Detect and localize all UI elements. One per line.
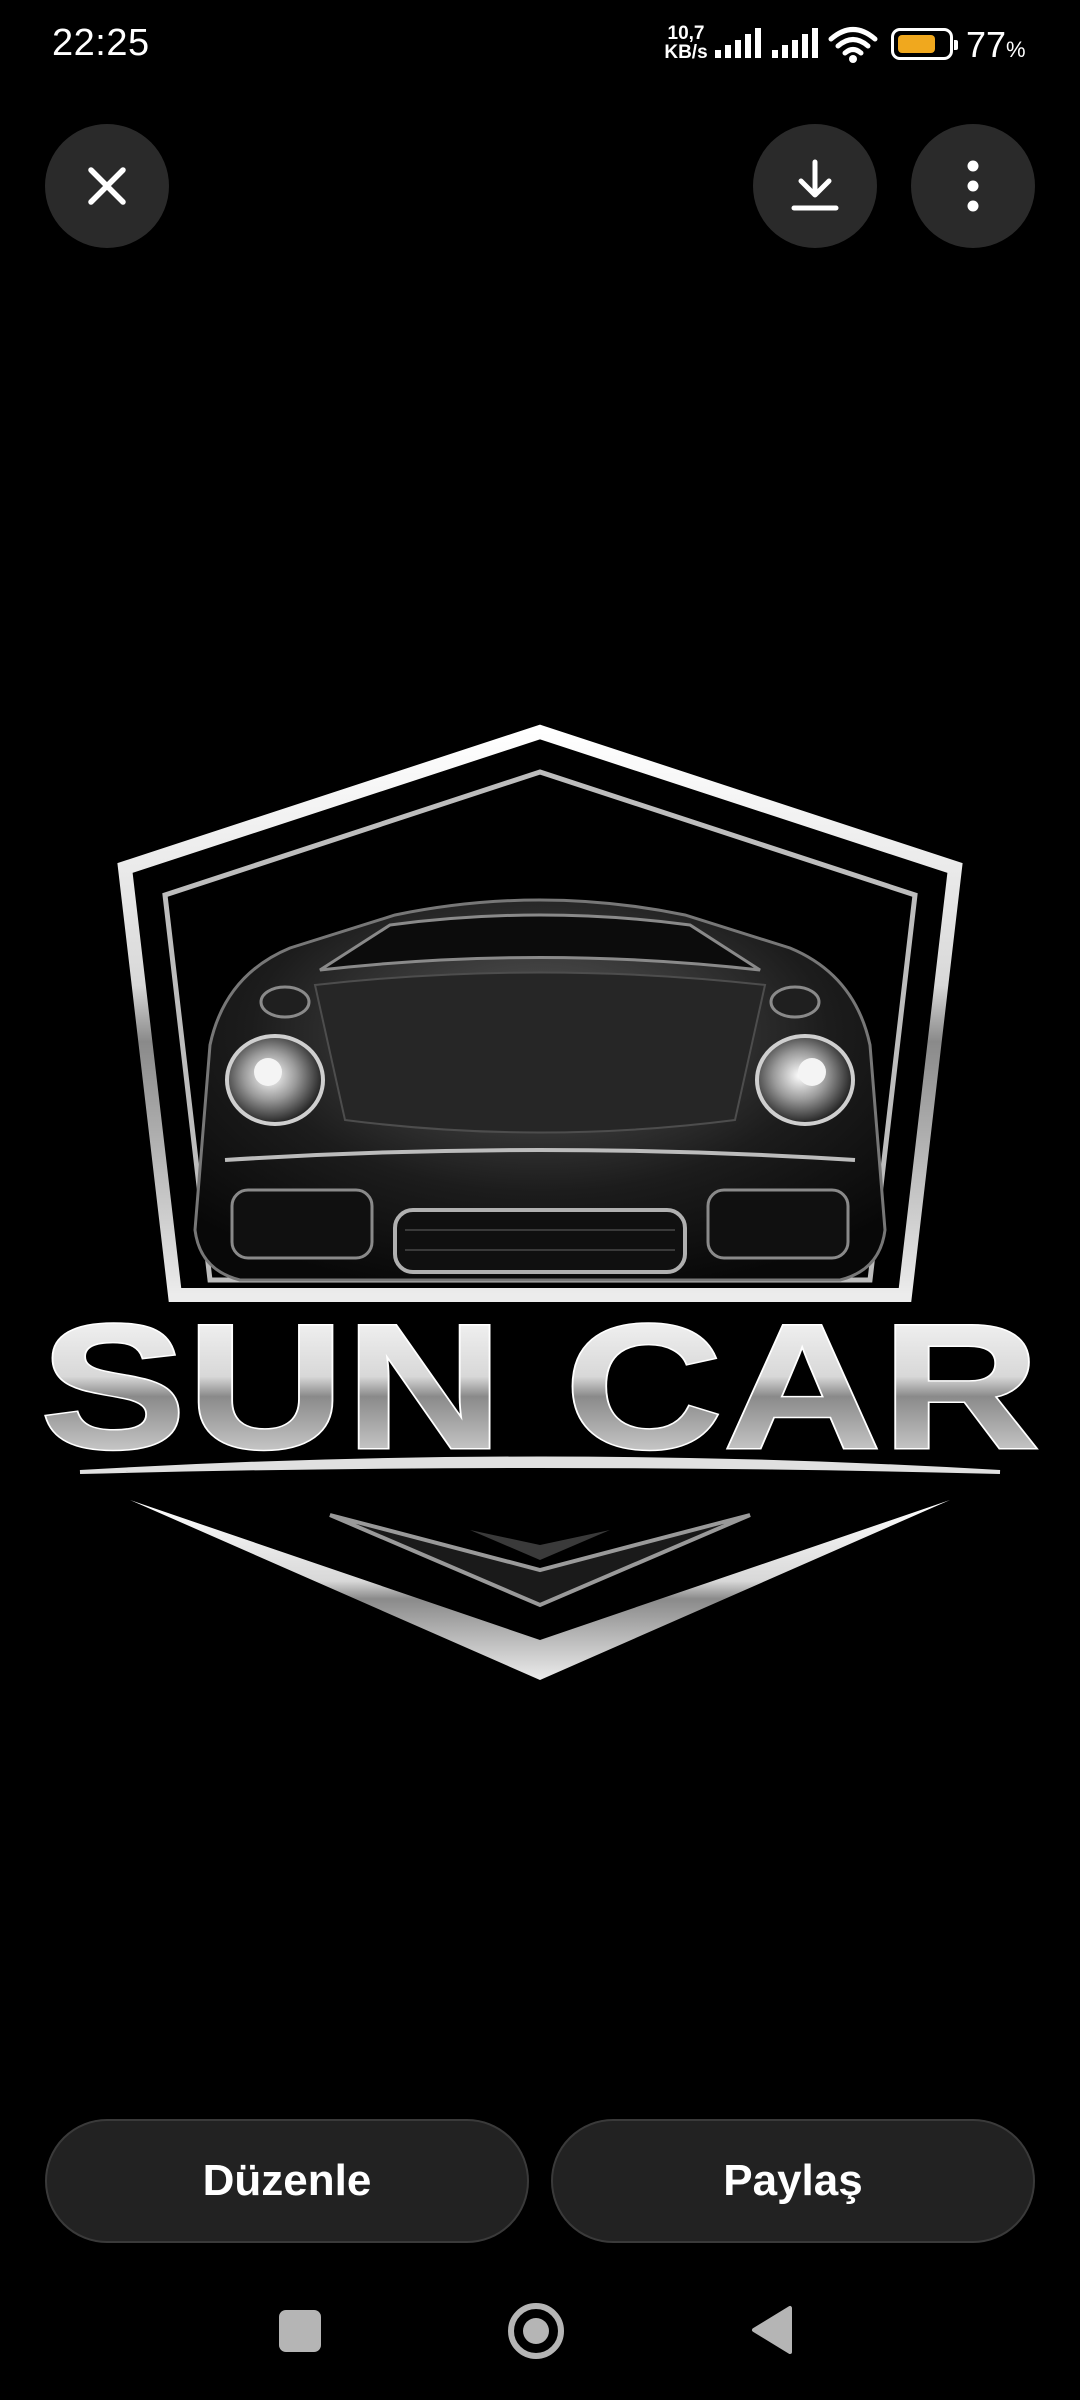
network-speed-value: 10,7 bbox=[667, 23, 705, 44]
recents-icon[interactable] bbox=[279, 2310, 321, 2352]
battery-percent-sign: % bbox=[1006, 37, 1026, 62]
battery-percent: 77% bbox=[966, 24, 1026, 66]
battery-icon bbox=[891, 28, 958, 60]
cellular-signal-icon bbox=[715, 28, 761, 58]
home-icon[interactable] bbox=[508, 2303, 564, 2359]
download-button[interactable] bbox=[753, 124, 877, 248]
close-button[interactable] bbox=[45, 124, 169, 248]
home-icon-dot bbox=[523, 2318, 549, 2344]
logo-image: SUN CAR bbox=[0, 724, 1080, 1680]
status-time: 22:25 bbox=[52, 22, 150, 64]
network-speed-unit: KB/s bbox=[664, 42, 708, 63]
more-vertical-icon bbox=[967, 160, 979, 212]
logo-brand-text: SUN CAR bbox=[40, 1287, 1040, 1486]
back-icon[interactable] bbox=[750, 2305, 794, 2355]
cellular-signal-icon bbox=[772, 28, 818, 58]
sports-car-illustration bbox=[193, 898, 887, 1282]
download-icon bbox=[791, 159, 839, 211]
share-button[interactable]: Paylaş bbox=[551, 2119, 1035, 2243]
close-icon bbox=[88, 167, 126, 205]
network-speed: 10,7 KB/s bbox=[660, 24, 712, 62]
battery-tip bbox=[954, 40, 958, 50]
status-bar: 22:25 10,7 KB/s 77% bbox=[0, 0, 1080, 92]
battery-percent-value: 77 bbox=[966, 24, 1007, 65]
wifi-icon bbox=[828, 27, 878, 63]
edit-button[interactable]: Düzenle bbox=[45, 2119, 529, 2243]
battery-level-fill bbox=[898, 35, 935, 53]
more-options-button[interactable] bbox=[911, 124, 1035, 248]
